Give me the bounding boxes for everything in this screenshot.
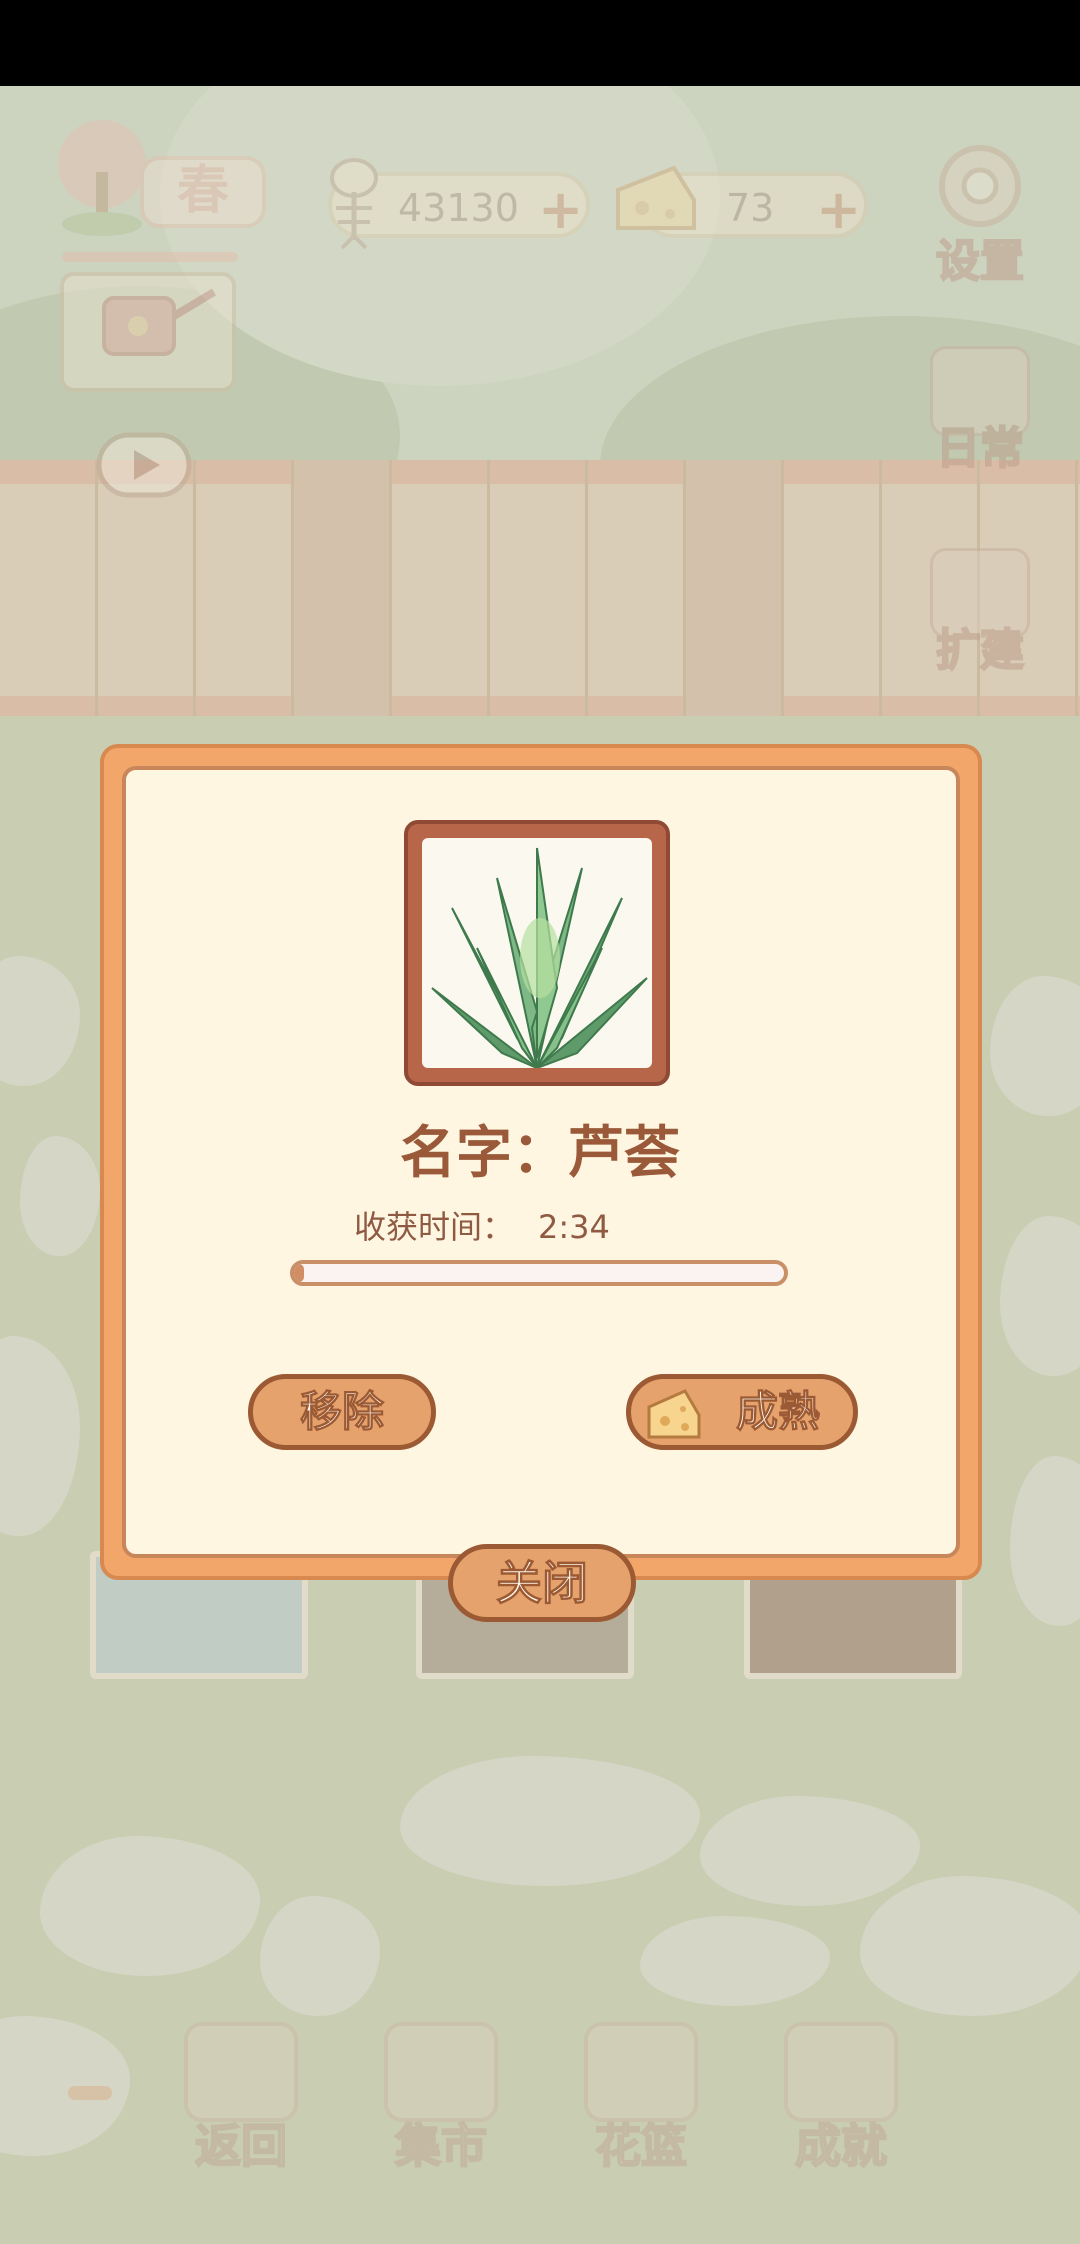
aloe-icon	[431, 847, 648, 1068]
growth-progress-bar	[290, 1260, 788, 1286]
harvest-time-row: 收获时间： 2:34	[354, 1202, 634, 1248]
mature-label: 成熟	[735, 1387, 820, 1437]
close-button[interactable]: 关闭	[448, 1544, 636, 1622]
cheese-icon	[647, 1389, 701, 1439]
harvest-time-value: 2:34	[538, 1208, 610, 1246]
growth-progress-fill	[294, 1264, 304, 1282]
plant-name-row: 名字：芦荟	[0, 1108, 1080, 1189]
status-bar	[0, 0, 1080, 86]
plant-portrait-frame	[404, 820, 670, 1086]
name-label: 名字：	[400, 1121, 568, 1186]
harvest-time-label: 收获时间：	[354, 1208, 515, 1246]
remove-button[interactable]: 移除	[248, 1374, 436, 1450]
mature-button[interactable]: 成熟	[626, 1374, 858, 1450]
plant-name: 芦荟	[568, 1121, 680, 1186]
